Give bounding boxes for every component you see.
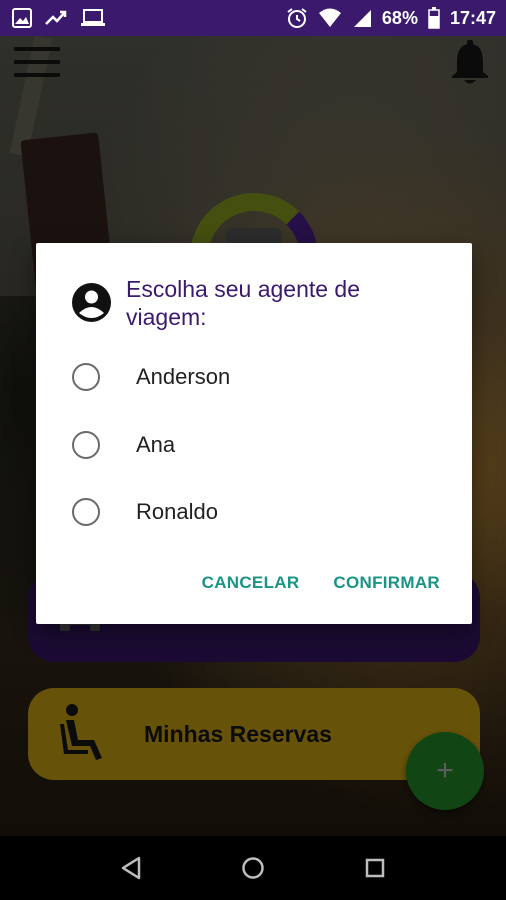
alarm-icon xyxy=(286,7,308,29)
laptop-icon xyxy=(80,8,106,28)
status-left-icons xyxy=(12,8,106,28)
confirm-button[interactable]: CONFIRMAR xyxy=(333,573,440,593)
recents-icon[interactable] xyxy=(355,848,395,888)
agent-option-label: Ana xyxy=(136,432,176,457)
agent-option-anderson[interactable]: Anderson xyxy=(72,352,452,402)
agent-option-ronaldo[interactable]: Ronaldo xyxy=(72,487,452,537)
radio-button[interactable] xyxy=(72,498,100,526)
signal-icon xyxy=(352,8,372,28)
navigation-bar xyxy=(0,836,506,900)
dialog-actions: CANCELAR CONFIRMAR xyxy=(202,573,440,593)
cancel-button[interactable]: CANCELAR xyxy=(202,573,300,593)
battery-icon xyxy=(428,7,440,29)
battery-percent: 68% xyxy=(381,7,418,28)
agent-option-ana[interactable]: Ana xyxy=(72,420,452,470)
image-icon xyxy=(12,8,32,28)
travel-agent-dialog: Escolha seu agente de viagem: Anderson A… xyxy=(36,243,472,624)
status-bar: 68% 17:47 xyxy=(0,0,506,36)
dialog-title: Escolha seu agente de viagem: xyxy=(126,276,361,330)
account-circle-icon xyxy=(72,283,111,322)
back-icon[interactable] xyxy=(111,848,151,888)
status-right-icons: 68% 17:47 xyxy=(286,7,496,29)
dialog-header: Escolha seu agente de viagem: xyxy=(72,275,452,331)
agent-option-label: Anderson xyxy=(136,364,231,389)
home-icon[interactable] xyxy=(233,848,273,888)
clock: 17:47 xyxy=(449,7,496,28)
wifi-icon xyxy=(318,8,342,28)
trending-icon xyxy=(44,8,68,28)
radio-button[interactable] xyxy=(72,431,100,459)
radio-button[interactable] xyxy=(72,363,100,391)
agent-option-label: Ronaldo xyxy=(136,499,218,524)
